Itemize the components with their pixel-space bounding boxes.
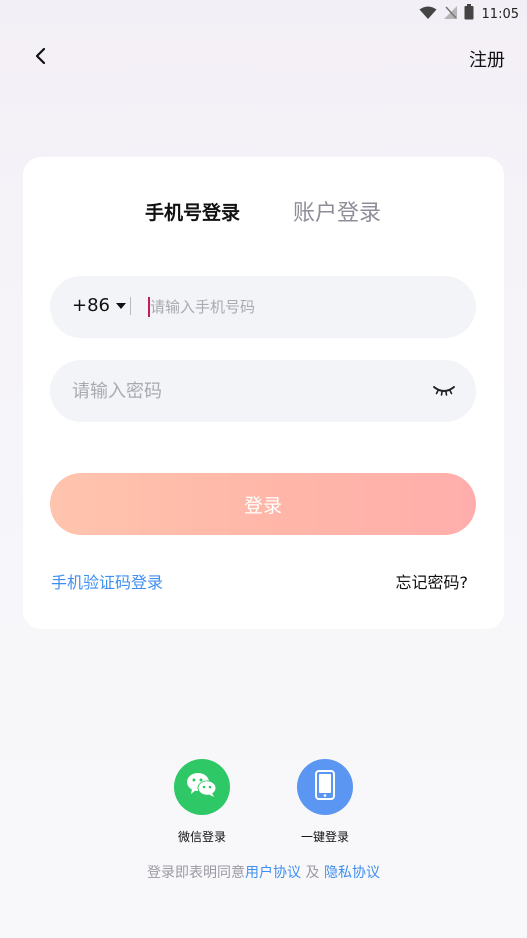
field-divider <box>130 297 131 315</box>
status-icons: 11:05 <box>419 4 519 24</box>
user-agreement-link[interactable]: 用户协议 <box>245 865 301 881</box>
country-code: +86 <box>72 295 110 316</box>
status-bar: 11:05 <box>0 0 527 26</box>
phone-icon <box>315 770 335 804</box>
login-button[interactable]: 登录 <box>50 473 476 535</box>
tab-account-login[interactable]: 账户登录 <box>293 195 381 227</box>
caret-down-icon <box>116 302 126 309</box>
wechat-login: 微信登录 <box>162 759 242 845</box>
agreement-and: 及 <box>301 865 324 881</box>
country-code-selector[interactable]: +86 <box>72 295 126 316</box>
agreement-text: 登录即表明同意用户协议 及 隐私协议 <box>0 862 527 882</box>
tab-phone-login[interactable]: 手机号登录 <box>145 198 240 225</box>
sms-login-link[interactable]: 手机验证码登录 <box>51 569 163 593</box>
phone-input[interactable] <box>150 292 450 322</box>
onekey-login-button[interactable] <box>297 759 353 815</box>
agreement-prefix: 登录即表明同意 <box>147 865 246 881</box>
top-bar: 注册 <box>0 40 527 76</box>
status-time: 11:05 <box>481 6 519 22</box>
password-visibility-toggle[interactable] <box>432 380 456 400</box>
wechat-icon <box>186 771 218 803</box>
wechat-login-button[interactable] <box>174 759 230 815</box>
wifi-icon <box>419 5 437 24</box>
privacy-agreement-link[interactable]: 隐私协议 <box>324 865 380 881</box>
signal-off-icon <box>443 5 458 24</box>
chevron-left-icon <box>34 47 46 69</box>
password-field <box>50 360 476 422</box>
onekey-login: 一键登录 <box>285 759 365 845</box>
back-button[interactable] <box>28 46 52 70</box>
onekey-login-label: 一键登录 <box>300 830 349 844</box>
password-input[interactable] <box>72 376 412 406</box>
register-link[interactable]: 注册 <box>469 46 505 72</box>
login-tabs: 手机号登录 账户登录 <box>23 195 504 227</box>
battery-icon <box>464 4 474 24</box>
eye-closed-icon <box>432 385 456 404</box>
forgot-password-link[interactable]: 忘记密码? <box>396 569 469 593</box>
login-card: 手机号登录 账户登录 +86 登录 手机验证码登录 忘记密码? <box>23 157 504 629</box>
wechat-login-label: 微信登录 <box>177 830 226 844</box>
phone-field: +86 <box>50 276 476 338</box>
